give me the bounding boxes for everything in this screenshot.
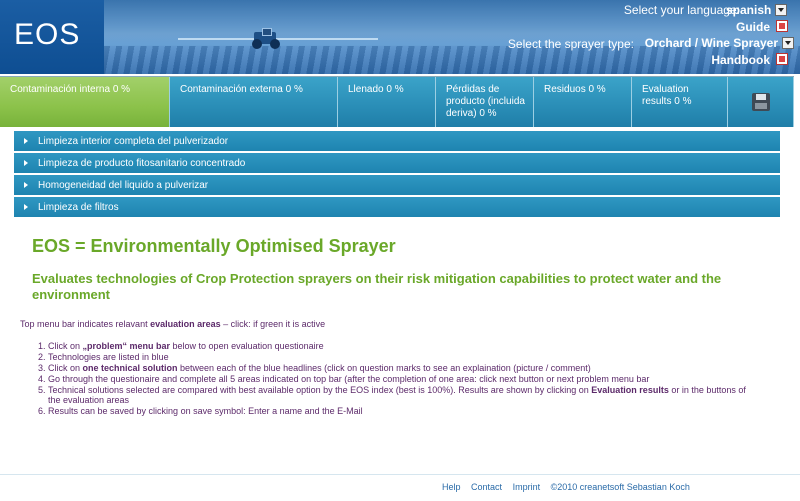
list-item: Click on „problem“ menu bar below to ope… [48, 341, 748, 351]
step-text: Results can be saved by clicking on save… [48, 406, 363, 416]
floppy-disk-icon [751, 93, 770, 111]
tab-contaminacion-interna[interactable]: Contaminación interna 0 % [0, 77, 170, 127]
intro-bold: evaluation areas [150, 319, 221, 329]
step-text: below to open evaluation questionaire [170, 341, 324, 351]
caret-right-icon [24, 160, 28, 166]
list-item: Results can be saved by clicking on save… [48, 406, 748, 416]
language-label: Select your language: [623, 3, 740, 17]
page-subtitle: Evaluates technologies of Crop Protectio… [32, 271, 722, 302]
caret-right-icon [24, 138, 28, 144]
page: EOS Select your language: spanish Guide … [0, 0, 800, 501]
caret-right-icon [24, 204, 28, 210]
evaluation-area-tabs: Contaminación interna 0 % Contaminación … [0, 76, 794, 127]
problem-menu-bar[interactable]: Limpieza de filtros [14, 197, 780, 217]
step-text: Click on [48, 341, 83, 351]
guide-link[interactable]: Guide [736, 20, 770, 34]
step-text: between each of the blue headlines (clic… [177, 363, 591, 373]
tab-evaluation-results[interactable]: Evaluation results 0 % [632, 77, 728, 127]
problem-menu-bar[interactable]: Homogeneidad del liquido a pulverizar [14, 175, 780, 195]
handbook-link[interactable]: Handbook [711, 53, 770, 67]
logo-text: EOS [14, 18, 81, 51]
language-select[interactable]: spanish [726, 2, 794, 17]
footer: Help Contact Imprint ©2010 creanetsoft S… [442, 482, 698, 492]
save-button[interactable] [728, 77, 794, 127]
header: EOS Select your language: spanish Guide … [0, 0, 800, 74]
pdf-icon[interactable] [776, 53, 788, 65]
list-item: Technologies are listed in blue [48, 352, 748, 362]
main-content: EOS = Environmentally Optimised Sprayer … [20, 236, 780, 417]
tab-llenado[interactable]: Llenado 0 % [338, 77, 436, 127]
tab-contaminacion-externa[interactable]: Contaminación externa 0 % [170, 77, 338, 127]
caret-right-icon [24, 182, 28, 188]
help-link[interactable]: Help [442, 482, 461, 492]
dropdown-arrow-icon[interactable] [775, 3, 788, 16]
instruction-list: Click on „problem“ menu bar below to ope… [48, 341, 748, 416]
problem-menu-bar[interactable]: Limpieza interior completa del pulveriza… [14, 131, 780, 151]
list-item: Go through the questionaire and complete… [48, 374, 748, 384]
sprayer-type-label: Select the sprayer type: [507, 37, 634, 51]
pdf-icon[interactable] [776, 20, 788, 32]
step-text: Go through the questionaire and complete… [48, 374, 650, 384]
imprint-link[interactable]: Imprint [513, 482, 541, 492]
contact-link[interactable]: Contact [471, 482, 502, 492]
sprayer-type-select[interactable]: Orchard / Wine Sprayer [645, 35, 794, 51]
list-item: Technical solutions selected are compare… [48, 385, 748, 405]
intro-text: Top menu bar indicates relavant evaluati… [20, 319, 780, 329]
problem-menu-label: Limpieza de filtros [38, 201, 119, 213]
problem-menu-label: Limpieza de producto fitosanitario conce… [38, 157, 246, 169]
language-value: spanish [726, 2, 772, 17]
step-text: Technologies are listed in blue [48, 352, 169, 362]
list-item: Click on one technical solution between … [48, 363, 748, 373]
intro-pre: Top menu bar indicates relavant [20, 319, 151, 329]
sprayer-type-value: Orchard / Wine Sprayer [644, 36, 778, 50]
page-title: EOS = Environmentally Optimised Sprayer [32, 236, 396, 256]
problem-menu-label: Limpieza interior completa del pulveriza… [38, 135, 229, 147]
footer-divider [0, 474, 800, 475]
step-bold: Evaluation results [591, 385, 669, 395]
copyright-text: ©2010 creanetsoft Sebastian Koch [550, 482, 690, 492]
dropdown-arrow-icon[interactable] [782, 37, 794, 49]
logo[interactable]: EOS [0, 0, 104, 74]
tractor-icon [248, 28, 282, 49]
step-bold: one technical solution [82, 363, 178, 373]
step-bold: „problem“ menu bar [82, 341, 171, 351]
tab-residuos[interactable]: Residuos 0 % [534, 77, 632, 127]
step-text: Technical solutions selected are compare… [48, 385, 592, 395]
problem-menu-bar[interactable]: Limpieza de producto fitosanitario conce… [14, 153, 780, 173]
tab-perdidas-de-producto[interactable]: Pérdidas de producto (incluida deriva) 0… [436, 77, 534, 127]
problem-menu-label: Homogeneidad del liquido a pulverizar [38, 179, 209, 191]
step-text: Click on [48, 363, 83, 373]
intro-post: – click: if green it is active [220, 319, 326, 329]
problem-menu: Limpieza interior completa del pulveriza… [14, 131, 780, 219]
